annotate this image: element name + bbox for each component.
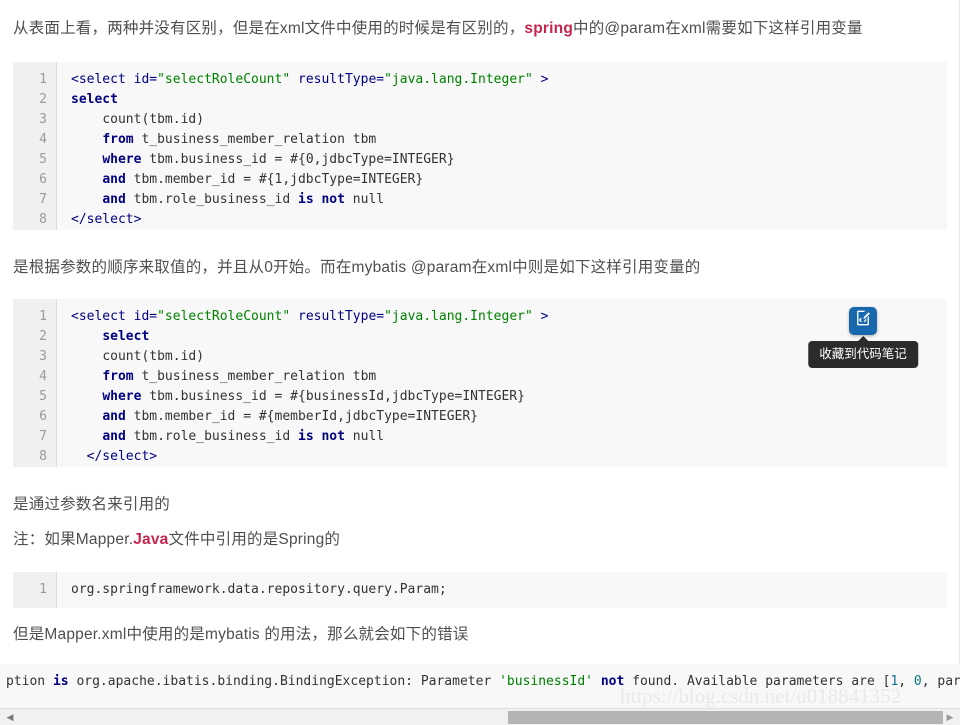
line-number: 6 — [39, 172, 47, 187]
code-text: and tbm.member_id = #{memberId,jdbcType=… — [102, 409, 478, 424]
code-text: and tbm.role_business_id is not null — [102, 192, 385, 207]
scroll-right-arrow-icon[interactable]: ▶ — [942, 709, 958, 725]
code-line: 1 <select id="selectRoleCount" resultTyp… — [13, 70, 947, 90]
paragraph-1: 从表面上看，两种并没有区别，但是在xml文件中使用的时候是有区别的，spring… — [13, 16, 943, 42]
code-block-3-rows: 1 org.springframework.data.repository.qu… — [13, 572, 947, 608]
code-line: 2 select — [13, 327, 947, 347]
code-text: <select id="selectRoleCount" resultType=… — [71, 309, 549, 324]
code-block-2[interactable]: 1 <select id="selectRoleCount" resultTyp… — [13, 299, 947, 467]
paragraph-2: 是根据参数的顺序来取值的，并且从0开始。而在mybatis @param在xml… — [13, 259, 701, 276]
scroll-left-arrow-icon[interactable]: ◀ — [2, 709, 18, 725]
line-number: 5 — [39, 389, 47, 404]
code-line: 7 and tbm.role_business_id is not null — [13, 427, 947, 447]
paragraph-5: 但是Mapper.xml中使用的是mybatis 的用法，那么就会如下的错误 — [13, 626, 469, 643]
code-text: where tbm.business_id = #{0,jdbcType=INT… — [102, 152, 455, 167]
code-line: 5 where tbm.business_id = #{0,jdbcType=I… — [13, 150, 947, 170]
paragraph-1-text-a: 从表面上看，两种并没有区别，但是在xml文件中使用的时候是有区别的， — [13, 20, 525, 37]
code-line: 8 </select> — [13, 447, 947, 467]
code-text: </select> — [71, 212, 142, 227]
code-line: 1 org.springframework.data.repository.qu… — [13, 580, 947, 600]
code-text: from t_business_member_relation tbm — [102, 132, 377, 147]
paragraph-4-text-a: 注：如果Mapper. — [13, 531, 134, 548]
code-text: select — [102, 329, 150, 344]
code-line: 4 from t_business_member_relation tbm — [13, 367, 947, 387]
line-number: 4 — [39, 132, 47, 147]
code-text: </select> — [86, 449, 158, 464]
line-number: 8 — [39, 212, 47, 227]
code-text: org.springframework.data.repository.quer… — [71, 582, 447, 597]
code-block-1[interactable]: 1 <select id="selectRoleCount" resultTyp… — [13, 62, 947, 230]
code-line: 3 count(tbm.id) — [13, 110, 947, 130]
paragraph-1-highlight-spring: spring — [524, 20, 573, 37]
code-text: count(tbm.id) — [102, 112, 205, 127]
code-text: count(tbm.id) — [102, 349, 205, 364]
horizontal-scrollbar-thumb[interactable] — [508, 711, 943, 724]
code-text: <select id="selectRoleCount" resultType=… — [71, 72, 549, 87]
exception-seg-3: org.apache.ibatis.binding.BindingExcepti… — [68, 674, 500, 689]
code-text: from t_business_member_relation tbm — [102, 369, 377, 384]
paragraph-1-text-b: 中的@param在xml需要如下这样引用变量 — [573, 20, 863, 37]
code-text: where tbm.business_id = #{businessId,jdb… — [102, 389, 525, 404]
code-line: 2 select — [13, 90, 947, 110]
line-number: 4 — [39, 369, 47, 384]
exception-seg-2: is — [52, 674, 69, 689]
horizontal-scrollbar[interactable]: ◀ ▶ — [0, 708, 960, 725]
site-watermark: https://blog.csdn.net/u018841352 — [620, 684, 902, 708]
code-block-2-rows: 1 <select id="selectRoleCount" resultTyp… — [13, 299, 947, 467]
line-number: 1 — [39, 72, 47, 87]
code-line: 7 and tbm.role_business_id is not null — [13, 190, 947, 210]
code-text: and tbm.member_id = #{1,jdbcType=INTEGER… — [102, 172, 424, 187]
line-number: 5 — [39, 152, 47, 167]
code-line: 4 from t_business_member_relation tbm — [13, 130, 947, 150]
line-number: 7 — [39, 429, 47, 444]
code-text: select — [71, 92, 118, 107]
line-number: 3 — [39, 349, 47, 364]
save-to-code-notes-widget[interactable]: 收藏到代码笔记 — [808, 307, 918, 369]
code-note-icon — [854, 309, 872, 334]
save-to-code-notes-button[interactable] — [849, 307, 877, 335]
code-line: 8 </select> — [13, 210, 947, 230]
line-number: 8 — [39, 449, 47, 464]
line-number: 2 — [39, 92, 47, 107]
line-number: 3 — [39, 112, 47, 127]
paragraph-4-text-b: 文件中引用的是Spring的 — [168, 531, 341, 548]
line-number: 6 — [39, 409, 47, 424]
article-page: 从表面上看，两种并没有区别，但是在xml文件中使用的时候是有区别的，spring… — [0, 0, 960, 725]
code-line: 3 count(tbm.id) — [13, 347, 947, 367]
code-line: 6 and tbm.member_id = #{1,jdbcType=INTEG… — [13, 170, 947, 190]
line-number: 2 — [39, 329, 47, 344]
code-line: 1 <select id="selectRoleCount" resultTyp… — [13, 307, 947, 327]
exception-seg-5 — [593, 674, 601, 689]
save-to-code-notes-tooltip: 收藏到代码笔记 — [808, 341, 918, 369]
paragraph-3: 是通过参数名来引用的 — [13, 496, 171, 513]
exception-seg-10: 0 — [913, 674, 922, 689]
exception-seg-1: ption — [6, 674, 53, 689]
code-block-1-rows: 1 <select id="selectRoleCount" resultTyp… — [13, 62, 947, 230]
line-number: 7 — [39, 192, 47, 207]
code-block-4-exception[interactable]: https://blog.csdn.net/u018841352 ption i… — [0, 664, 960, 708]
line-number: 1 — [39, 582, 47, 597]
code-line: 6 and tbm.member_id = #{memberId,jdbcTyp… — [13, 407, 947, 427]
code-text: and tbm.role_business_id is not null — [102, 429, 385, 444]
code-block-3[interactable]: 1 org.springframework.data.repository.qu… — [13, 572, 947, 608]
exception-seg-11: , param1, param2] — [921, 674, 960, 689]
line-number: 1 — [39, 309, 47, 324]
paragraph-4-highlight-java: Java — [133, 531, 169, 548]
paragraph-4: 注：如果Mapper.Java文件中引用的是Spring的 — [13, 527, 943, 553]
exception-seg-4: 'businessId' — [499, 674, 594, 689]
code-line: 5 where tbm.business_id = #{businessId,j… — [13, 387, 947, 407]
